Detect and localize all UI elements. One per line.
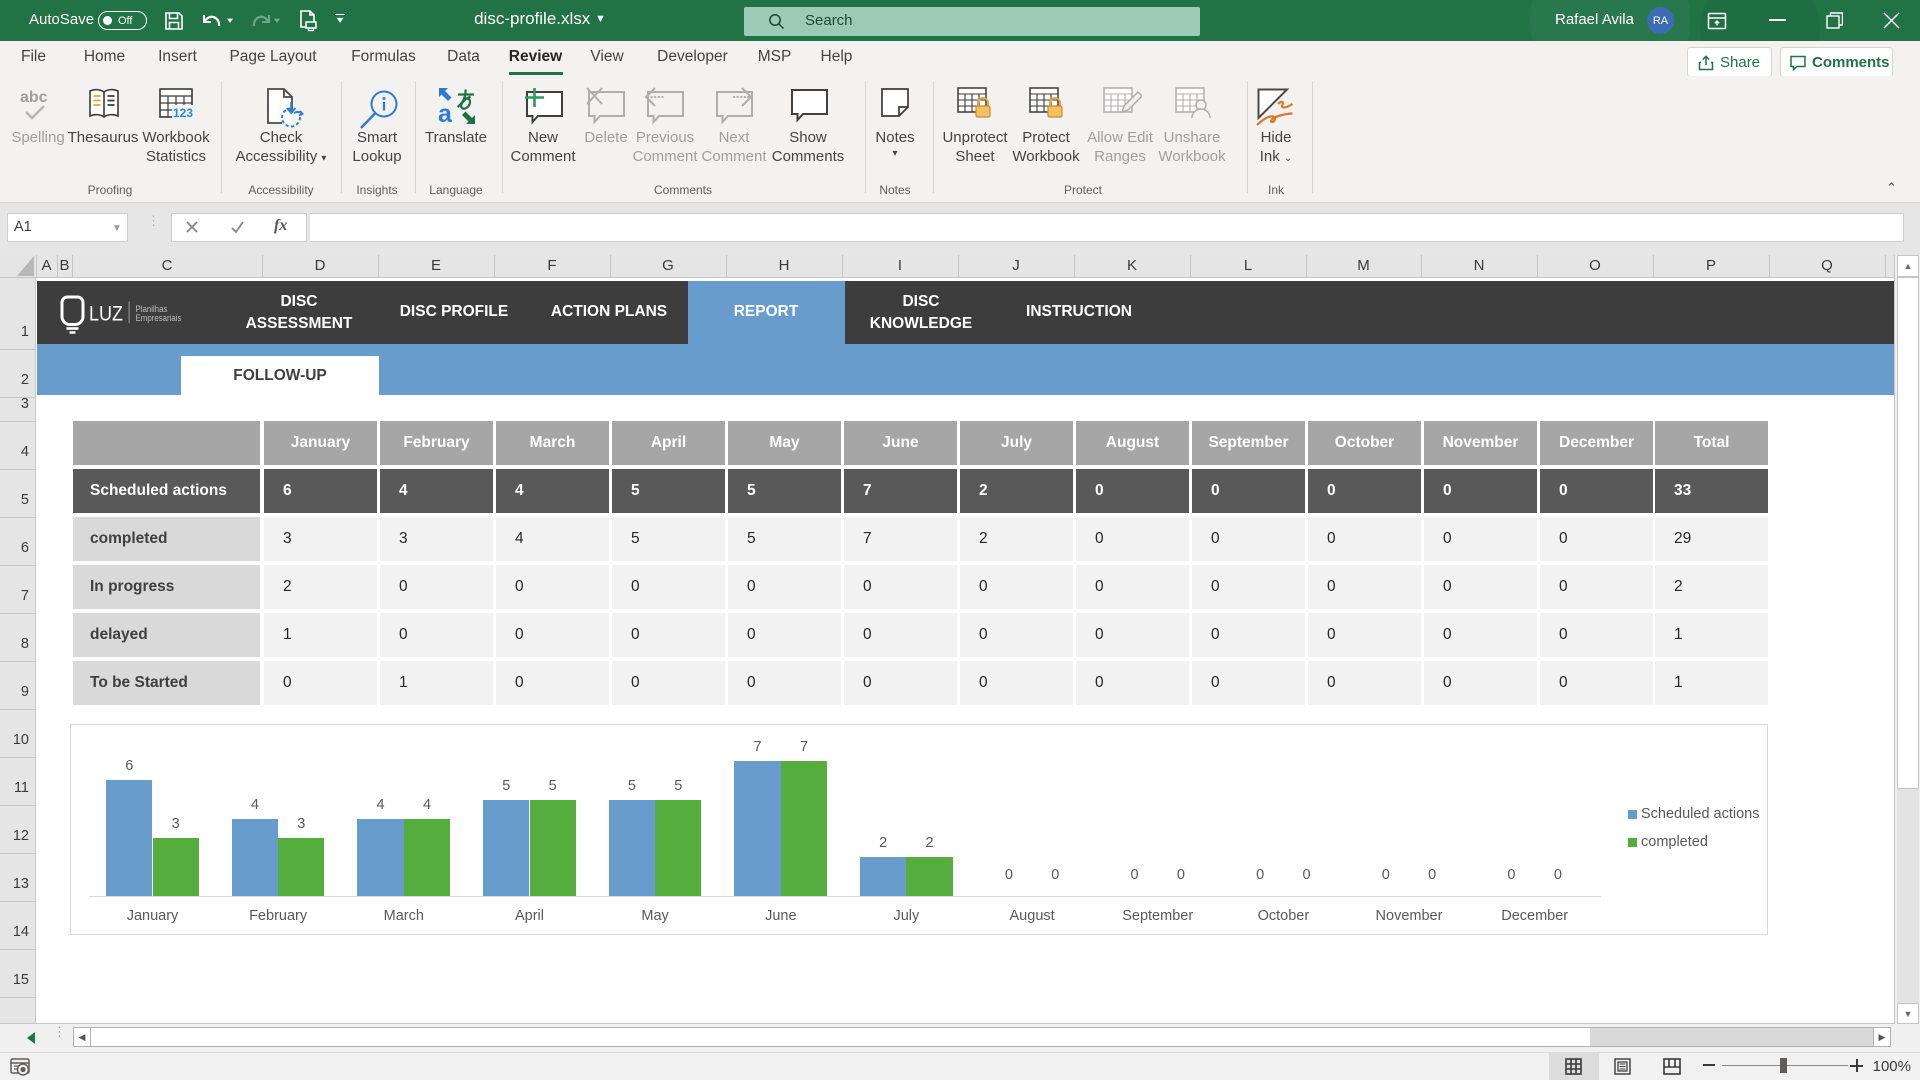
svg-text:123: 123 <box>173 106 193 120</box>
svg-text:LUZ: LUZ <box>89 303 123 326</box>
svg-text:abc: abc <box>20 89 48 106</box>
svg-text:a: a <box>438 100 453 126</box>
svg-text:Empresariais: Empresariais <box>136 313 182 324</box>
